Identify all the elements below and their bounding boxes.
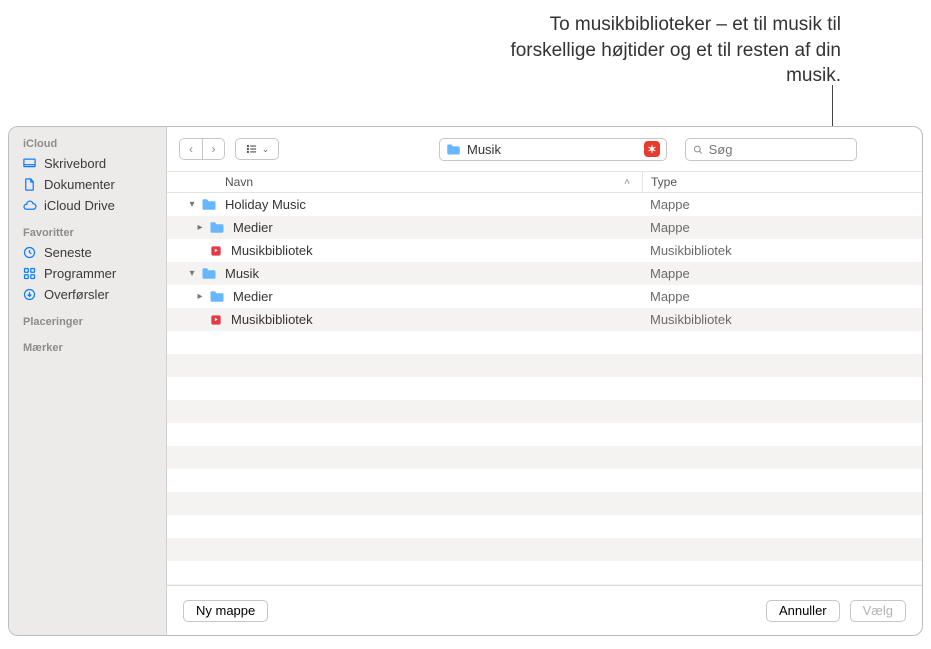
file-name-label: Musik [225, 266, 259, 281]
sidebar-header-locations: Placeringer [9, 311, 166, 331]
sidebar-item-apps[interactable]: Programmer [9, 263, 166, 284]
cloud-icon [21, 198, 38, 213]
finder-dialog-window: iCloud Skrivebord Dokumenter iCloud Driv… [8, 126, 923, 636]
file-name-label: Holiday Music [225, 197, 306, 212]
sidebar-item-documents[interactable]: Dokumenter [9, 174, 166, 195]
chevron-down-icon: ⌄ [262, 144, 270, 155]
file-type-cell: Mappe [642, 197, 922, 212]
annotation-callout: To musikbiblioteker – et til musik til f… [465, 12, 841, 89]
file-name-label: Medier [233, 289, 273, 304]
path-label: Musik [467, 142, 501, 157]
disclosure-triangle-icon[interactable]: ▾ [187, 199, 197, 210]
sidebar-item-label: iCloud Drive [44, 198, 115, 213]
file-name-cell: Musikbibliotek [167, 243, 642, 258]
file-name-cell: ▸ Medier [167, 289, 642, 304]
file-name-cell: Musikbibliotek [167, 312, 642, 327]
new-folder-label: Ny mappe [196, 603, 255, 618]
sidebar-item-icloud[interactable]: iCloud Drive [9, 195, 166, 216]
new-folder-button[interactable]: Ny mappe [183, 600, 268, 622]
back-button[interactable]: ‹ [179, 138, 202, 160]
sidebar-item-desktop[interactable]: Skrivebord [9, 153, 166, 174]
file-row[interactable]: ▸ Medier Mappe [167, 216, 922, 239]
column-name-label: Navn [225, 175, 253, 189]
file-row[interactable]: ▸ Medier Mappe [167, 285, 922, 308]
sidebar: iCloud Skrivebord Dokumenter iCloud Driv… [9, 127, 167, 635]
sidebar-header-tags: Mærker [9, 337, 166, 357]
disclosure-triangle-icon[interactable]: ▸ [195, 222, 205, 233]
folder-icon [201, 267, 217, 280]
sidebar-item-label: Dokumenter [44, 177, 115, 192]
folder-icon [201, 198, 217, 211]
file-row[interactable]: Musikbibliotek Musikbibliotek [167, 239, 922, 262]
choose-label: Vælg [863, 603, 893, 618]
apps-icon [21, 266, 38, 281]
disclosure-triangle-icon[interactable]: ▸ [195, 291, 205, 302]
forward-button[interactable]: › [202, 138, 225, 160]
file-type-cell: Mappe [642, 220, 922, 235]
sidebar-item-label: Programmer [44, 266, 116, 281]
clock-icon [21, 245, 38, 260]
search-input[interactable] [709, 142, 850, 157]
disclosure-triangle-icon[interactable]: ▾ [187, 268, 197, 279]
file-type-cell: Mappe [642, 289, 922, 304]
variable-badge-icon: ✶ [644, 141, 660, 157]
path-popup[interactable]: Musik ✶ [439, 138, 667, 161]
main-panel: ‹ › ⌄ Musik ✶ N [167, 127, 922, 635]
file-list: ▾ Holiday Music Mappe ▸ Medier Mappe Musikbibl… [167, 193, 922, 585]
chevron-left-icon: ‹ [189, 142, 193, 156]
sidebar-item-label: Overførsler [44, 287, 109, 302]
file-type-cell: Mappe [642, 266, 922, 281]
sidebar-item-recents[interactable]: Seneste [9, 242, 166, 263]
file-type-cell: Musikbibliotek [642, 243, 922, 258]
music-library-icon [209, 244, 223, 258]
sort-ascending-icon: ˄ [624, 177, 630, 188]
file-name-cell: ▾ Musik [177, 266, 642, 281]
file-row[interactable]: Musikbibliotek Musikbibliotek [167, 308, 922, 331]
sidebar-header-icloud: iCloud [9, 133, 166, 153]
sidebar-header-favorites: Favoritter [9, 222, 166, 242]
empty-rows [167, 331, 922, 585]
desktop-icon [21, 156, 38, 171]
cancel-button[interactable]: Annuller [766, 600, 840, 622]
music-library-icon [209, 313, 223, 327]
file-name-cell: ▾ Holiday Music [177, 197, 642, 212]
view-mode-button[interactable]: ⌄ [235, 138, 279, 160]
sidebar-item-label: Seneste [44, 245, 92, 260]
sidebar-item-label: Skrivebord [44, 156, 106, 171]
folder-icon [209, 290, 225, 303]
column-type[interactable]: Type [642, 172, 922, 192]
file-row[interactable]: ▾ Musik Mappe [167, 262, 922, 285]
document-icon [21, 177, 38, 192]
folder-icon [446, 143, 461, 156]
file-name-label: Medier [233, 220, 273, 235]
file-row[interactable]: ▾ Holiday Music Mappe [167, 193, 922, 216]
column-headers: Navn ˄ Type [167, 171, 922, 193]
file-name-cell: ▸ Medier [167, 220, 642, 235]
folder-icon [209, 221, 225, 234]
cancel-label: Annuller [779, 603, 827, 618]
file-type-cell: Musikbibliotek [642, 312, 922, 327]
search-icon [692, 143, 704, 156]
download-icon [21, 287, 38, 302]
column-type-label: Type [651, 175, 677, 189]
sidebar-item-downloads[interactable]: Overførsler [9, 284, 166, 305]
search-field[interactable] [685, 138, 857, 161]
nav-buttons: ‹ › [179, 138, 225, 160]
list-view-icon [245, 142, 259, 156]
chevron-right-icon: › [212, 142, 216, 156]
column-name[interactable]: Navn [167, 175, 624, 189]
callout-leader [832, 85, 833, 132]
dialog-footer: Ny mappe Annuller Vælg [167, 585, 922, 635]
file-name-label: Musikbibliotek [231, 312, 313, 327]
toolbar: ‹ › ⌄ Musik ✶ [167, 127, 922, 171]
file-name-label: Musikbibliotek [231, 243, 313, 258]
choose-button[interactable]: Vælg [850, 600, 906, 622]
